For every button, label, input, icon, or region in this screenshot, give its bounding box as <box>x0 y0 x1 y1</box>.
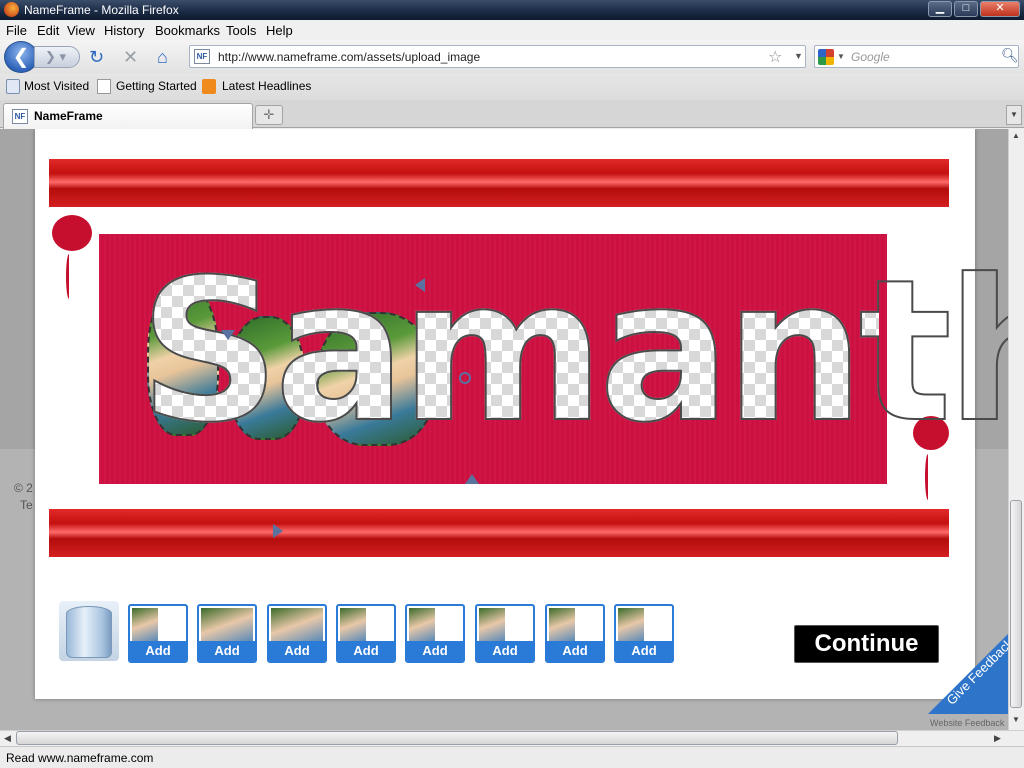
photo-thumb-3[interactable]: Add <box>267 604 327 663</box>
add-button-6[interactable]: Add <box>477 641 533 661</box>
back-button[interactable]: ❮ <box>4 41 38 73</box>
add-button-2[interactable]: Add <box>199 641 255 661</box>
bookmarks-toolbar: Most Visited Getting Started Latest Head… <box>0 74 1024 100</box>
most-visited-icon <box>6 79 20 94</box>
photo-thumb-7[interactable]: Add <box>545 604 605 663</box>
new-tab-button[interactable]: ✛ <box>255 105 283 125</box>
add-button-1[interactable]: Add <box>130 641 186 661</box>
rss-icon <box>202 79 216 94</box>
scroll-up-icon[interactable]: ▲ <box>1012 131 1020 140</box>
website-feedback-label: Website Feedback <box>930 718 1005 728</box>
name-text: Samantha <box>138 238 1008 466</box>
firefox-icon <box>4 2 19 17</box>
site-favicon: NF <box>194 49 210 64</box>
footer-copyright: © 2 <box>14 481 33 495</box>
photo-thumb-2[interactable]: Add <box>197 604 257 663</box>
close-button[interactable]: ✕ <box>980 1 1020 17</box>
tab-label: NameFrame <box>34 109 103 123</box>
status-text: Read www.nameframe.com <box>6 751 154 765</box>
trash-cup-icon <box>66 606 112 658</box>
bookmark-latest-headlines[interactable]: Latest Headlines <box>222 79 311 93</box>
continue-button[interactable]: Continue <box>794 625 939 663</box>
tab-strip: NF NameFrame ✛ ▼ <box>0 100 1024 129</box>
menu-edit[interactable]: Edit <box>37 23 59 38</box>
thumb-image <box>340 608 366 641</box>
resize-handle-bottom[interactable] <box>465 474 479 484</box>
menu-file[interactable]: File <box>6 23 27 38</box>
frame-squiggle-left <box>66 254 72 299</box>
resize-handle-top[interactable] <box>415 278 425 292</box>
search-input[interactable]: Google <box>851 50 890 64</box>
menu-tools[interactable]: Tools <box>226 23 256 38</box>
thumb-image <box>409 608 435 641</box>
add-button-3[interactable]: Add <box>269 641 325 661</box>
list-all-tabs-button[interactable]: ▼ <box>1006 105 1022 125</box>
scroll-right-icon[interactable]: ▶ <box>994 733 1001 744</box>
bookmark-star-icon[interactable]: ☆ <box>768 47 782 67</box>
scroll-left-icon[interactable]: ◀ <box>4 733 11 744</box>
resize-handle-frame[interactable] <box>273 524 283 538</box>
url-dropdown-icon[interactable]: ▼ <box>794 51 803 61</box>
frame-dot-left <box>52 215 92 251</box>
add-button-8[interactable]: Add <box>616 641 672 661</box>
photo-thumb-4[interactable]: Add <box>336 604 396 663</box>
search-icon[interactable]: 🔍︎ <box>1001 47 1019 64</box>
url-bar[interactable]: NF http://www.nameframe.com/assets/uploa… <box>189 45 806 68</box>
give-feedback-tab[interactable]: Give Feedback <box>928 634 1008 714</box>
photo-thumb-6[interactable]: Add <box>475 604 535 663</box>
trash-bin-icon[interactable] <box>59 601 119 661</box>
menu-help[interactable]: Help <box>266 23 293 38</box>
frame-bottom-bar <box>49 509 949 557</box>
horizontal-scroll-thumb[interactable] <box>16 731 898 745</box>
bookmark-getting-started[interactable]: Getting Started <box>116 79 197 93</box>
resize-handle-left[interactable] <box>221 330 235 340</box>
rotate-handle-icon[interactable] <box>459 372 471 384</box>
status-bar: Read www.nameframe.com <box>0 746 1024 768</box>
google-engine-icon[interactable] <box>818 49 834 65</box>
maximize-button[interactable]: □ <box>954 1 978 17</box>
footer-text: Te <box>20 498 33 512</box>
url-text[interactable]: http://www.nameframe.com/assets/upload_i… <box>218 50 480 64</box>
thumb-image <box>479 608 505 641</box>
window-title-bar: NameFrame - Mozilla Firefox ▁ □ ✕ <box>0 0 1024 20</box>
photo-thumb-1[interactable]: Add <box>128 604 188 663</box>
thumb-image <box>201 608 253 641</box>
name-frame-editor: Samantha Add Add Add Add Add Add Add Add… <box>35 129 1008 699</box>
add-button-5[interactable]: Add <box>407 641 463 661</box>
tab-nameframe[interactable]: NF NameFrame <box>3 103 253 129</box>
search-bar[interactable]: ▼ Google 🔍︎ <box>814 45 1019 68</box>
thumb-image <box>618 608 644 641</box>
thumb-image <box>549 608 575 641</box>
page-icon <box>97 79 111 94</box>
page-content: © 2 Te Samantha Add Add Add Add Add Add … <box>0 129 1008 730</box>
home-icon[interactable]: ⌂ <box>157 48 168 66</box>
thumb-image <box>132 608 158 641</box>
arrow-left-icon: ❮ <box>12 46 30 68</box>
frame-top-bar <box>49 159 949 207</box>
engine-dropdown-icon[interactable]: ▼ <box>837 52 845 61</box>
menu-view[interactable]: View <box>67 23 95 38</box>
menu-bar: File Edit View History Bookmarks Tools H… <box>0 20 1024 40</box>
vertical-scroll-thumb[interactable] <box>1010 500 1022 708</box>
photo-thumb-8[interactable]: Add <box>614 604 674 663</box>
forward-button[interactable]: ❯ ▾ <box>34 46 80 68</box>
thumb-image <box>271 608 323 641</box>
bookmark-most-visited[interactable]: Most Visited <box>24 79 89 93</box>
scroll-down-icon[interactable]: ▼ <box>1012 715 1020 724</box>
name-canvas[interactable]: Samantha <box>99 234 1008 484</box>
reload-icon[interactable]: ↻ <box>89 48 104 66</box>
add-button-4[interactable]: Add <box>338 641 394 661</box>
stop-icon[interactable]: ✕ <box>123 48 138 66</box>
menu-bookmarks[interactable]: Bookmarks <box>155 23 220 38</box>
menu-history[interactable]: History <box>104 23 144 38</box>
add-button-7[interactable]: Add <box>547 641 603 661</box>
tab-favicon: NF <box>12 109 28 124</box>
photo-thumb-5[interactable]: Add <box>405 604 465 663</box>
arrow-right-icon: ❯ ▾ <box>45 49 67 64</box>
window-title: NameFrame - Mozilla Firefox <box>24 3 179 17</box>
minimize-button[interactable]: ▁ <box>928 1 952 17</box>
